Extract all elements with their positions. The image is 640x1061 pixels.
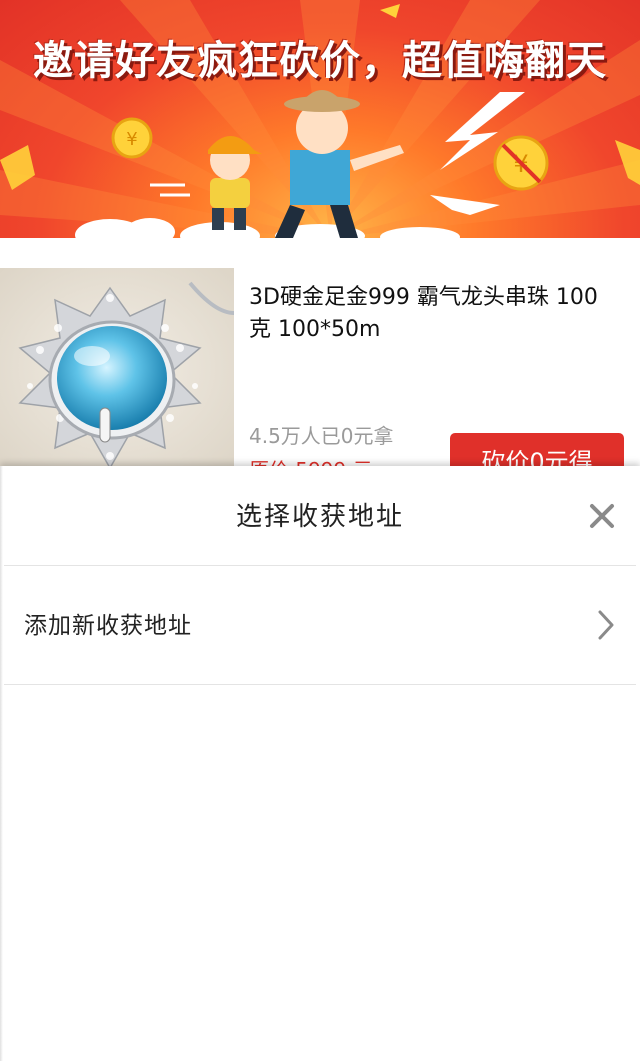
product-image[interactable] [0,268,234,468]
kid-figure [208,136,262,230]
sheet-edge-shadow [0,466,3,1061]
gemstone-pendant-image [0,268,234,468]
product-sold-count: 4.5万人已0元拿 [249,424,394,448]
product-title[interactable]: 3D硬金足金999 霸气龙头串珠 100克 100*50m [249,282,619,346]
coin-icon: ¥ [111,117,153,159]
address-sheet: 选择收获地址 添加新收获地址 [0,466,640,1061]
add-address-row[interactable]: 添加新收获地址 [4,566,636,685]
product-card[interactable]: 3D硬金足金999 霸气龙头串珠 100克 100*50m 4.5万人已0元拿 … [0,268,640,491]
promo-banner[interactable]: 邀请好友疯狂砍价，超值嗨翻天 ¥ ¥ [0,0,640,238]
add-address-label: 添加新收获地址 [24,613,192,639]
page: 邀请好友疯狂砍价，超值嗨翻天 ¥ ¥ [0,0,640,1061]
svg-text:¥: ¥ [126,129,137,150]
sheet-title: 选择收获地址 [235,502,404,532]
banner-illustration: ¥ ¥ [0,4,640,238]
coin-icon: ¥ [493,135,549,191]
adult-figure [275,90,404,238]
chevron-right-icon [598,610,614,640]
sheet-header: 选择收获地址 [4,466,636,566]
close-icon[interactable] [582,496,622,536]
